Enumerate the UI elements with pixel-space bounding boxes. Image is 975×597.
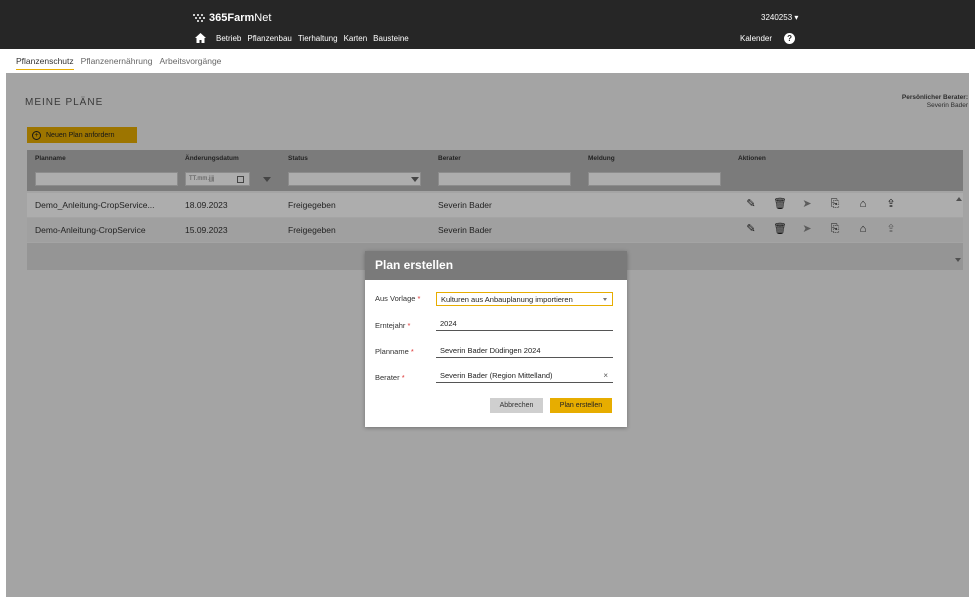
module-tabs: Pflanzenschutz Pflanzenernährung Arbeits…: [0, 49, 975, 73]
nav-item-bausteine[interactable]: Bausteine: [373, 34, 409, 43]
clear-icon[interactable]: ×: [603, 369, 608, 382]
top-bar: 365 Farm Net 3240253 ▾ Betrieb Pflanzenbau…: [0, 0, 975, 49]
help-icon[interactable]: ?: [784, 33, 796, 44]
nav-item-tierhaltung[interactable]: Tierhaltung: [298, 34, 338, 43]
brand-net: Net: [254, 12, 272, 24]
logo-dots-icon: [193, 14, 205, 22]
field-label-planname: Planname *: [375, 347, 414, 356]
calendar-label: Kalender: [740, 34, 773, 43]
nav-item-pflanzenbau[interactable]: Pflanzenbau: [247, 34, 291, 43]
main-nav: Betrieb Pflanzenbau Tierhaltung Karten B…: [195, 33, 415, 43]
field-label-harvest-year: Erntejahr *: [375, 321, 411, 330]
brand-number: 365: [209, 12, 228, 24]
field-label-advisor: Berater *: [375, 373, 405, 382]
template-select-value: Kulturen aus Anbauplanung importieren: [441, 295, 573, 304]
cancel-button[interactable]: Abbrechen: [490, 398, 543, 413]
dialog-title: Plan erstellen: [365, 251, 627, 280]
app-root: 365 Farm Net 3240253 ▾ Betrieb Pflanzenbau…: [0, 0, 975, 597]
create-plan-button[interactable]: Plan erstellen: [550, 398, 612, 413]
advisor-select[interactable]: Severin Bader (Region Mittelland) ×: [436, 369, 613, 383]
planname-input[interactable]: Severin Bader Düdingen 2024: [436, 344, 613, 358]
brand-farm: Farm: [227, 12, 255, 24]
template-select[interactable]: Kulturen aus Anbauplanung importieren: [436, 292, 613, 306]
tab-arbeitsvorgaenge[interactable]: Arbeitsvorgänge: [160, 53, 222, 69]
chevron-down-icon: [603, 298, 607, 301]
harvest-year-input[interactable]: 2024: [436, 317, 613, 331]
calendar-link[interactable]: Kalender ?: [740, 33, 796, 44]
field-label-template: Aus Vorlage *: [375, 294, 421, 303]
nav-item-betrieb[interactable]: Betrieb: [216, 34, 241, 43]
tab-pflanzenschutz[interactable]: Pflanzenschutz: [16, 53, 74, 70]
nav-item-karten[interactable]: Karten: [344, 34, 368, 43]
brand-logo[interactable]: 365 Farm Net: [191, 12, 271, 24]
user-account-menu[interactable]: 3240253 ▾: [761, 13, 798, 22]
home-icon[interactable]: [195, 33, 206, 43]
advisor-select-value: Severin Bader (Region Mittelland): [440, 371, 553, 380]
tab-pflanzenernaehrung[interactable]: Pflanzenernährung: [81, 53, 153, 69]
create-plan-dialog: Plan erstellen Aus Vorlage * Kulturen au…: [365, 251, 627, 427]
